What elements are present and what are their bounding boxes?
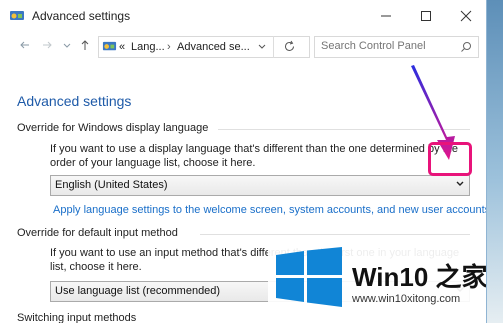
windows-logo-icon (276, 247, 342, 307)
watermark-title: Win10 之家 (352, 262, 487, 292)
watermark-url: www.win10xitong.com (352, 293, 461, 305)
desktop-background (486, 0, 503, 323)
highlight-box (428, 142, 472, 176)
watermark: Win10 之家 www.win10xitong.com (268, 241, 486, 323)
advanced-settings-window: Advanced settings « Lang... › Advanced s… (0, 0, 487, 323)
